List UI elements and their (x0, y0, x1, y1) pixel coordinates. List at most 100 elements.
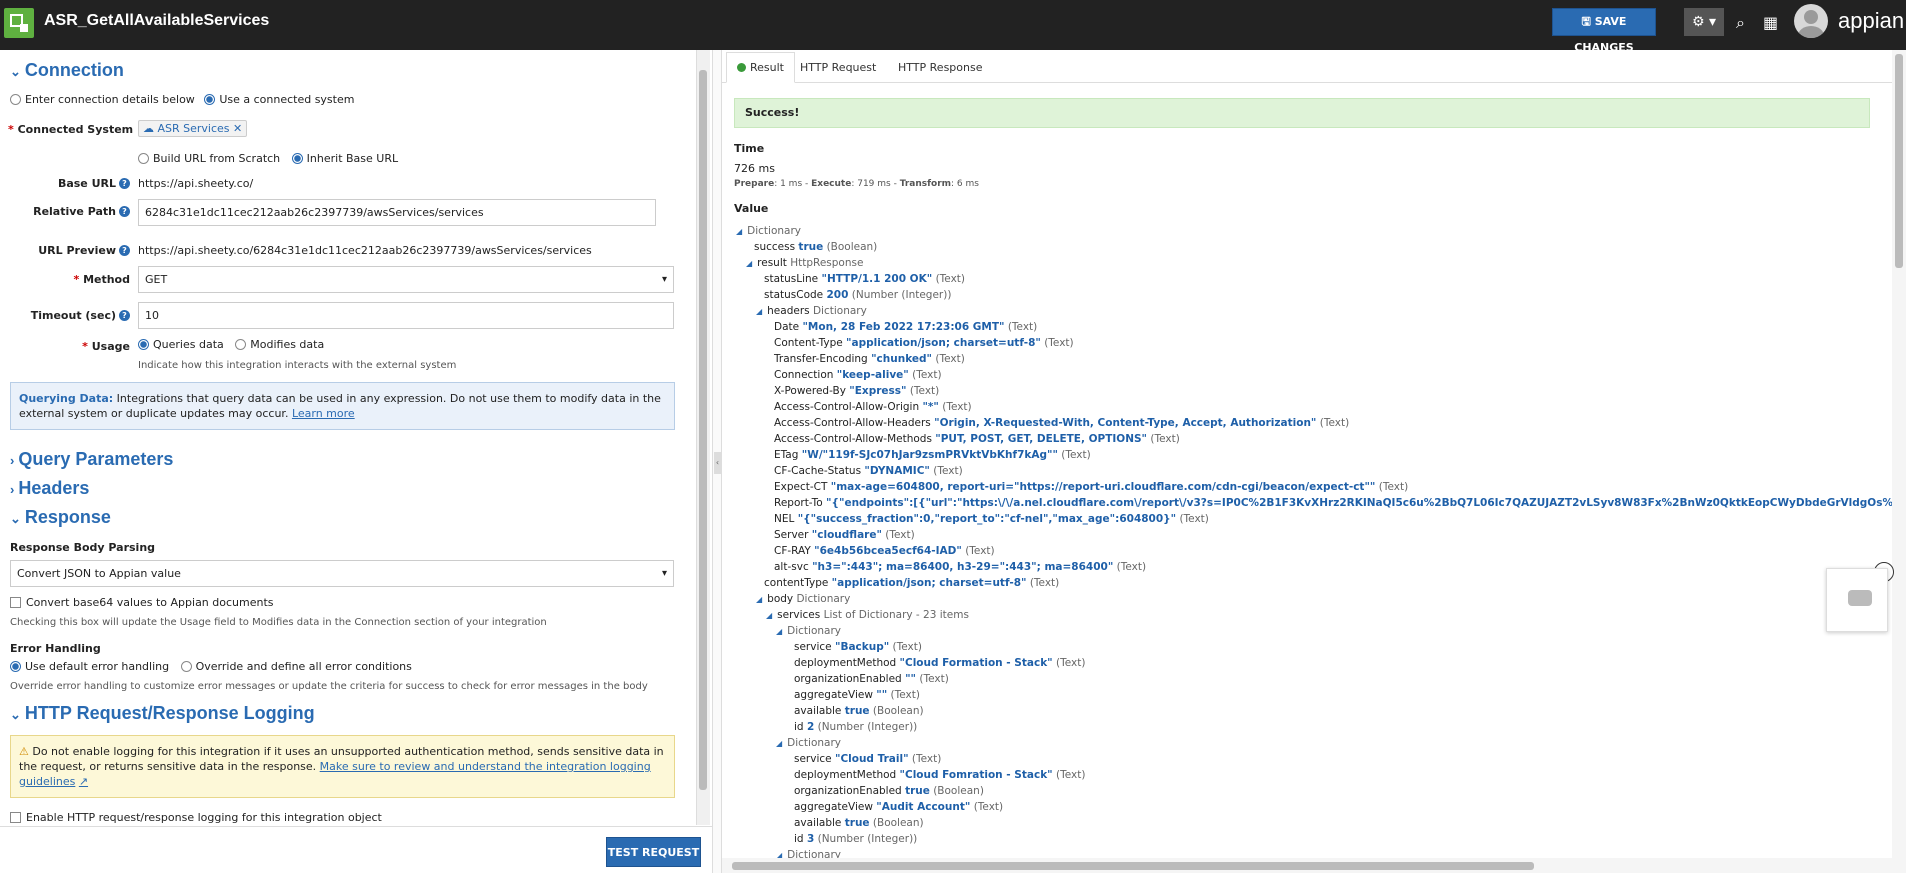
tree-type: (Text) (885, 529, 915, 541)
result-scrollbar-thumb[interactable] (1895, 54, 1903, 268)
connection-section-header[interactable]: ⌄ Connection (10, 60, 124, 81)
expand-triangle-icon[interactable]: ◢ (756, 307, 762, 316)
tree-key: Report-To (774, 497, 823, 509)
tree-value: "DYNAMIC" (864, 465, 930, 477)
tree-key: Access-Control-Allow-Origin (774, 401, 920, 413)
result-horizontal-scrollbar-thumb[interactable] (732, 862, 1534, 870)
tree-node[interactable]: ◢ headers Dictionary (756, 305, 867, 317)
learn-more-link[interactable]: Learn more (292, 407, 355, 420)
base-url-value: https://api.sheety.co/ (138, 177, 254, 190)
response-title: Response (24, 507, 111, 527)
tree-key: statusCode (764, 289, 824, 301)
success-check-icon (737, 63, 746, 72)
modifies-data-radio[interactable] (235, 339, 247, 350)
url-preview-label: URL Preview? (10, 244, 130, 257)
tree-row: deploymentMethod "Cloud Fomration - Stac… (794, 769, 1085, 781)
tree-row: Access-Control-Allow-Headers "Origin, X-… (774, 417, 1349, 429)
expand-triangle-icon[interactable]: ◢ (756, 595, 762, 604)
save-changes-button[interactable]: 🖫 SAVE CHANGES (1552, 8, 1656, 54)
expand-triangle-icon[interactable]: ◢ (776, 739, 782, 748)
tab-http-response[interactable]: HTTP Response (898, 61, 982, 74)
base64-checkbox[interactable] (10, 597, 21, 608)
modifies-data-label: Modifies data (250, 338, 325, 351)
tree-row: Expect-CT "max-age=604800, report-uri="h… (774, 481, 1408, 493)
error-help-text: Override error handling to customize err… (10, 681, 648, 692)
tree-row: available true (Boolean) (794, 705, 924, 717)
use-connected-system-label: Use a connected system (219, 93, 355, 106)
tree-row: aggregateView "Audit Account" (Text) (794, 801, 1003, 813)
queries-data-radio[interactable] (138, 339, 149, 350)
use-connected-system-radio[interactable] (204, 94, 216, 105)
tree-value: "cloudflare" (811, 529, 882, 541)
response-section-header[interactable]: ⌄ Response (10, 507, 111, 528)
help-icon[interactable]: ? (119, 310, 130, 321)
tree-row: CF-Cache-Status "DYNAMIC" (Text) (774, 465, 963, 477)
tree-node[interactable]: ◢ services List of Dictionary - 23 items (766, 609, 969, 621)
timeout-input[interactable]: 10 (138, 302, 674, 329)
collapse-left-icon[interactable]: ‹ (714, 452, 721, 474)
url-preview-value: https://api.sheety.co/6284c31e1dc11cec21… (138, 244, 592, 257)
tree-row: Report-To "{"endpoints":[{"url":"https:\… (774, 497, 1906, 509)
tree-type: (Text) (1029, 577, 1060, 589)
build-url-radio[interactable] (138, 153, 149, 164)
headers-section-header[interactable]: › Headers (10, 478, 89, 499)
result-tabs: Result HTTP Request HTTP Response (722, 50, 1892, 83)
default-error-radio[interactable] (10, 661, 21, 672)
default-error-label: Use default error handling (25, 660, 170, 673)
tree-type: (Text) (1378, 481, 1409, 493)
tree-node[interactable]: ◢ Dictionary (776, 625, 841, 637)
tree-node[interactable]: ◢ body Dictionary (756, 593, 850, 605)
expand-triangle-icon[interactable]: ◢ (776, 627, 782, 636)
tree-value: "6e4b56bcea5ecf64-IAD" (814, 545, 962, 557)
override-error-radio[interactable] (180, 661, 192, 672)
tree-row: CF-RAY "6e4b56bcea5ecf64-IAD" (Text) (774, 545, 995, 557)
relative-path-input[interactable]: 6284c31e1dc11cec212aab26c2397739/awsServ… (138, 199, 656, 226)
tree-row: service "Cloud Trail" (Text) (794, 753, 941, 765)
expand-triangle-icon[interactable]: ◢ (746, 259, 752, 268)
search-objects-icon[interactable]: ⌕ (1736, 13, 1745, 33)
panel-splitter[interactable]: ‹ (712, 50, 722, 873)
response-parsing-select[interactable]: Convert JSON to Appian value (10, 560, 674, 587)
integration-icon (4, 8, 34, 38)
tree-value: "keep-alive" (836, 369, 909, 381)
expand-triangle-icon[interactable]: ◢ (736, 227, 742, 236)
tree-node[interactable]: ◢ Dictionary (776, 737, 841, 749)
tree-key: deploymentMethod (794, 769, 897, 781)
tab-http-request[interactable]: HTTP Request (800, 61, 876, 74)
tree-key: aggregateView (794, 801, 873, 813)
external-link-icon[interactable]: ↗ (79, 775, 88, 788)
tree-value: "Origin, X-Requested-With, Content-Type,… (934, 417, 1317, 429)
logging-section-header[interactable]: ⌄ HTTP Request/Response Logging (10, 703, 315, 724)
chevron-down-icon: ⌄ (10, 511, 21, 526)
help-icon[interactable]: ? (119, 178, 130, 189)
tree-row: available true (Boolean) (794, 817, 924, 829)
help-icon[interactable]: ? (119, 245, 130, 256)
connection-mode-group: Enter connection details below Use a con… (10, 93, 354, 106)
enable-logging-row: Enable HTTP request/response logging for… (10, 811, 382, 824)
tree-node[interactable]: ◢ result HttpResponse (746, 257, 863, 269)
settings-menu-button[interactable]: ⚙ ▾ (1684, 8, 1724, 36)
expand-triangle-icon[interactable]: ◢ (766, 611, 772, 620)
avatar[interactable] (1794, 4, 1828, 38)
method-select[interactable]: GET (138, 266, 674, 293)
enable-logging-label: Enable HTTP request/response logging for… (26, 811, 382, 824)
connected-system-picker[interactable]: ☁ ASR Services ✕ (138, 120, 248, 137)
timeout-label: Timeout (sec)? (10, 309, 130, 322)
enter-details-radio[interactable] (10, 94, 21, 105)
enable-logging-checkbox[interactable] (10, 812, 21, 823)
apps-grid-icon[interactable]: ▦ (1763, 13, 1778, 32)
tree-key: alt-svc (774, 561, 809, 573)
tree-value: 200 (826, 289, 849, 301)
tree-type: Dictionary (787, 737, 842, 749)
remove-icon[interactable]: ✕ (233, 122, 242, 135)
chevron-down-icon: ⌄ (10, 707, 21, 722)
tree-node[interactable]: ◢ Dictionary (736, 225, 801, 237)
chat-bubble-icon[interactable] (1848, 590, 1872, 606)
left-scrollbar-thumb[interactable] (699, 70, 707, 790)
inherit-base-url-radio[interactable] (291, 153, 303, 164)
tree-key: CF-Cache-Status (774, 465, 862, 477)
help-icon[interactable]: ? (119, 206, 130, 217)
test-request-button[interactable]: TEST REQUEST (606, 837, 701, 867)
tab-result[interactable]: Result (726, 52, 795, 83)
query-parameters-section-header[interactable]: › Query Parameters (10, 449, 173, 470)
